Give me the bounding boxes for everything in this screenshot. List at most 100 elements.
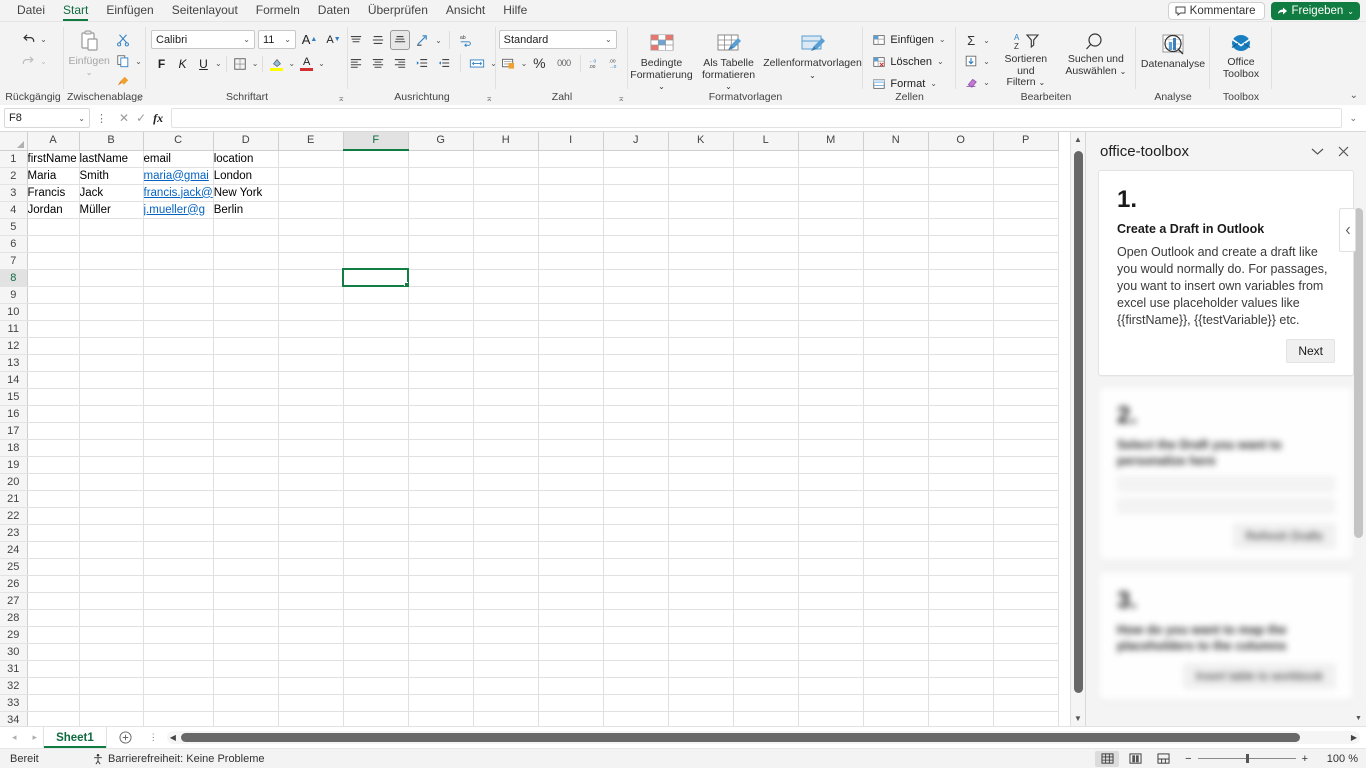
page-break-view-button[interactable] (1151, 751, 1175, 767)
column-header-l[interactable]: L (733, 132, 799, 151)
cell-n12[interactable] (863, 337, 929, 355)
cell-l5[interactable] (733, 218, 799, 236)
cell-j3[interactable] (603, 184, 669, 202)
cell-f5[interactable] (343, 218, 409, 236)
cell-g28[interactable] (408, 609, 474, 627)
cell-n16[interactable] (863, 405, 929, 423)
cell-a21[interactable] (27, 490, 80, 508)
cell-g8[interactable] (408, 269, 474, 287)
cell-o1[interactable] (928, 150, 994, 168)
cell-o32[interactable] (928, 677, 994, 695)
cell-n6[interactable] (863, 235, 929, 253)
cell-a5[interactable] (27, 218, 80, 236)
cell-b21[interactable] (79, 490, 144, 508)
italic-button[interactable]: K (172, 53, 193, 74)
cell-g20[interactable] (408, 473, 474, 491)
cell-m15[interactable] (798, 388, 864, 406)
tab-seitenlayout[interactable]: Seitenlayout (163, 1, 247, 21)
cell-k7[interactable] (668, 252, 734, 270)
fill-color-caret-icon[interactable]: ⌄ (287, 59, 296, 68)
cell-n4[interactable] (863, 201, 929, 219)
cell-l1[interactable] (733, 150, 799, 168)
row-header-32[interactable]: 32 (0, 677, 28, 695)
sort-filter-button[interactable]: A Z Sortieren und Filtern ⌄ (993, 29, 1059, 91)
cell-p23[interactable] (993, 524, 1059, 542)
row-header-7[interactable]: 7 (0, 252, 28, 270)
align-top-button[interactable] (346, 30, 366, 50)
cell-h28[interactable] (473, 609, 539, 627)
column-header-i[interactable]: I (538, 132, 604, 151)
column-header-m[interactable]: M (798, 132, 864, 151)
cell-o10[interactable] (928, 303, 994, 321)
cell-o18[interactable] (928, 439, 994, 457)
cell-g24[interactable] (408, 541, 474, 559)
cell-a13[interactable] (27, 354, 80, 372)
cell-o16[interactable] (928, 405, 994, 423)
column-header-d[interactable]: D (213, 132, 279, 151)
cell-c13[interactable] (143, 354, 214, 372)
number-format-select[interactable]: Standard ⌄ (498, 30, 617, 49)
cell-d12[interactable] (213, 337, 279, 355)
cell-h22[interactable] (473, 507, 539, 525)
cell-i15[interactable] (538, 388, 604, 406)
cell-j20[interactable] (603, 473, 669, 491)
cell-b32[interactable] (79, 677, 144, 695)
column-header-c[interactable]: C (143, 132, 214, 151)
cell-d23[interactable] (213, 524, 279, 542)
cell-c9[interactable] (143, 286, 214, 304)
cell-h3[interactable] (473, 184, 539, 202)
cell-c3[interactable]: francis.jack@ (143, 184, 214, 202)
cell-f27[interactable] (343, 592, 409, 610)
insert-function-icon[interactable]: fx (153, 111, 163, 126)
cell-b11[interactable] (79, 320, 144, 338)
cell-n24[interactable] (863, 541, 929, 559)
cell-h4[interactable] (473, 201, 539, 219)
cell-a11[interactable] (27, 320, 80, 338)
cell-k1[interactable] (668, 150, 734, 168)
cell-l32[interactable] (733, 677, 799, 695)
cell-h30[interactable] (473, 643, 539, 661)
borders-caret-icon[interactable]: ⌄ (251, 59, 260, 68)
task-pane-minimize-button[interactable] (1304, 140, 1330, 162)
cell-k26[interactable] (668, 575, 734, 593)
cell-p25[interactable] (993, 558, 1059, 576)
cell-h9[interactable] (473, 286, 539, 304)
cell-p4[interactable] (993, 201, 1059, 219)
cell-d16[interactable] (213, 405, 279, 423)
cell-o17[interactable] (928, 422, 994, 440)
cell-o8[interactable] (928, 269, 994, 287)
cell-k18[interactable] (668, 439, 734, 457)
cell-b9[interactable] (79, 286, 144, 304)
cell-f6[interactable] (343, 235, 409, 253)
redo-caret-icon[interactable]: ⌄ (39, 57, 48, 66)
cell-i16[interactable] (538, 405, 604, 423)
scroll-down-button[interactable]: ▼ (1071, 711, 1086, 726)
cell-k12[interactable] (668, 337, 734, 355)
font-color-button[interactable]: A (296, 53, 317, 74)
cell-a34[interactable] (27, 711, 80, 726)
cell-l23[interactable] (733, 524, 799, 542)
cell-m9[interactable] (798, 286, 864, 304)
cell-f1[interactable] (343, 150, 409, 168)
cell-m23[interactable] (798, 524, 864, 542)
cell-n34[interactable] (863, 711, 929, 726)
row-header-15[interactable]: 15 (0, 388, 28, 406)
row-header-21[interactable]: 21 (0, 490, 28, 508)
cell-k24[interactable] (668, 541, 734, 559)
cell-i30[interactable] (538, 643, 604, 661)
cell-n14[interactable] (863, 371, 929, 389)
cell-k25[interactable] (668, 558, 734, 576)
cell-i32[interactable] (538, 677, 604, 695)
cell-j24[interactable] (603, 541, 669, 559)
vscroll-thumb[interactable] (1073, 151, 1083, 693)
cell-p11[interactable] (993, 320, 1059, 338)
cell-l10[interactable] (733, 303, 799, 321)
cell-l28[interactable] (733, 609, 799, 627)
cell-o26[interactable] (928, 575, 994, 593)
cell-a7[interactable] (27, 252, 80, 270)
cell-n28[interactable] (863, 609, 929, 627)
cell-b26[interactable] (79, 575, 144, 593)
cell-e16[interactable] (278, 405, 344, 423)
decrease-indent-button[interactable] (412, 53, 432, 73)
cell-h18[interactable] (473, 439, 539, 457)
